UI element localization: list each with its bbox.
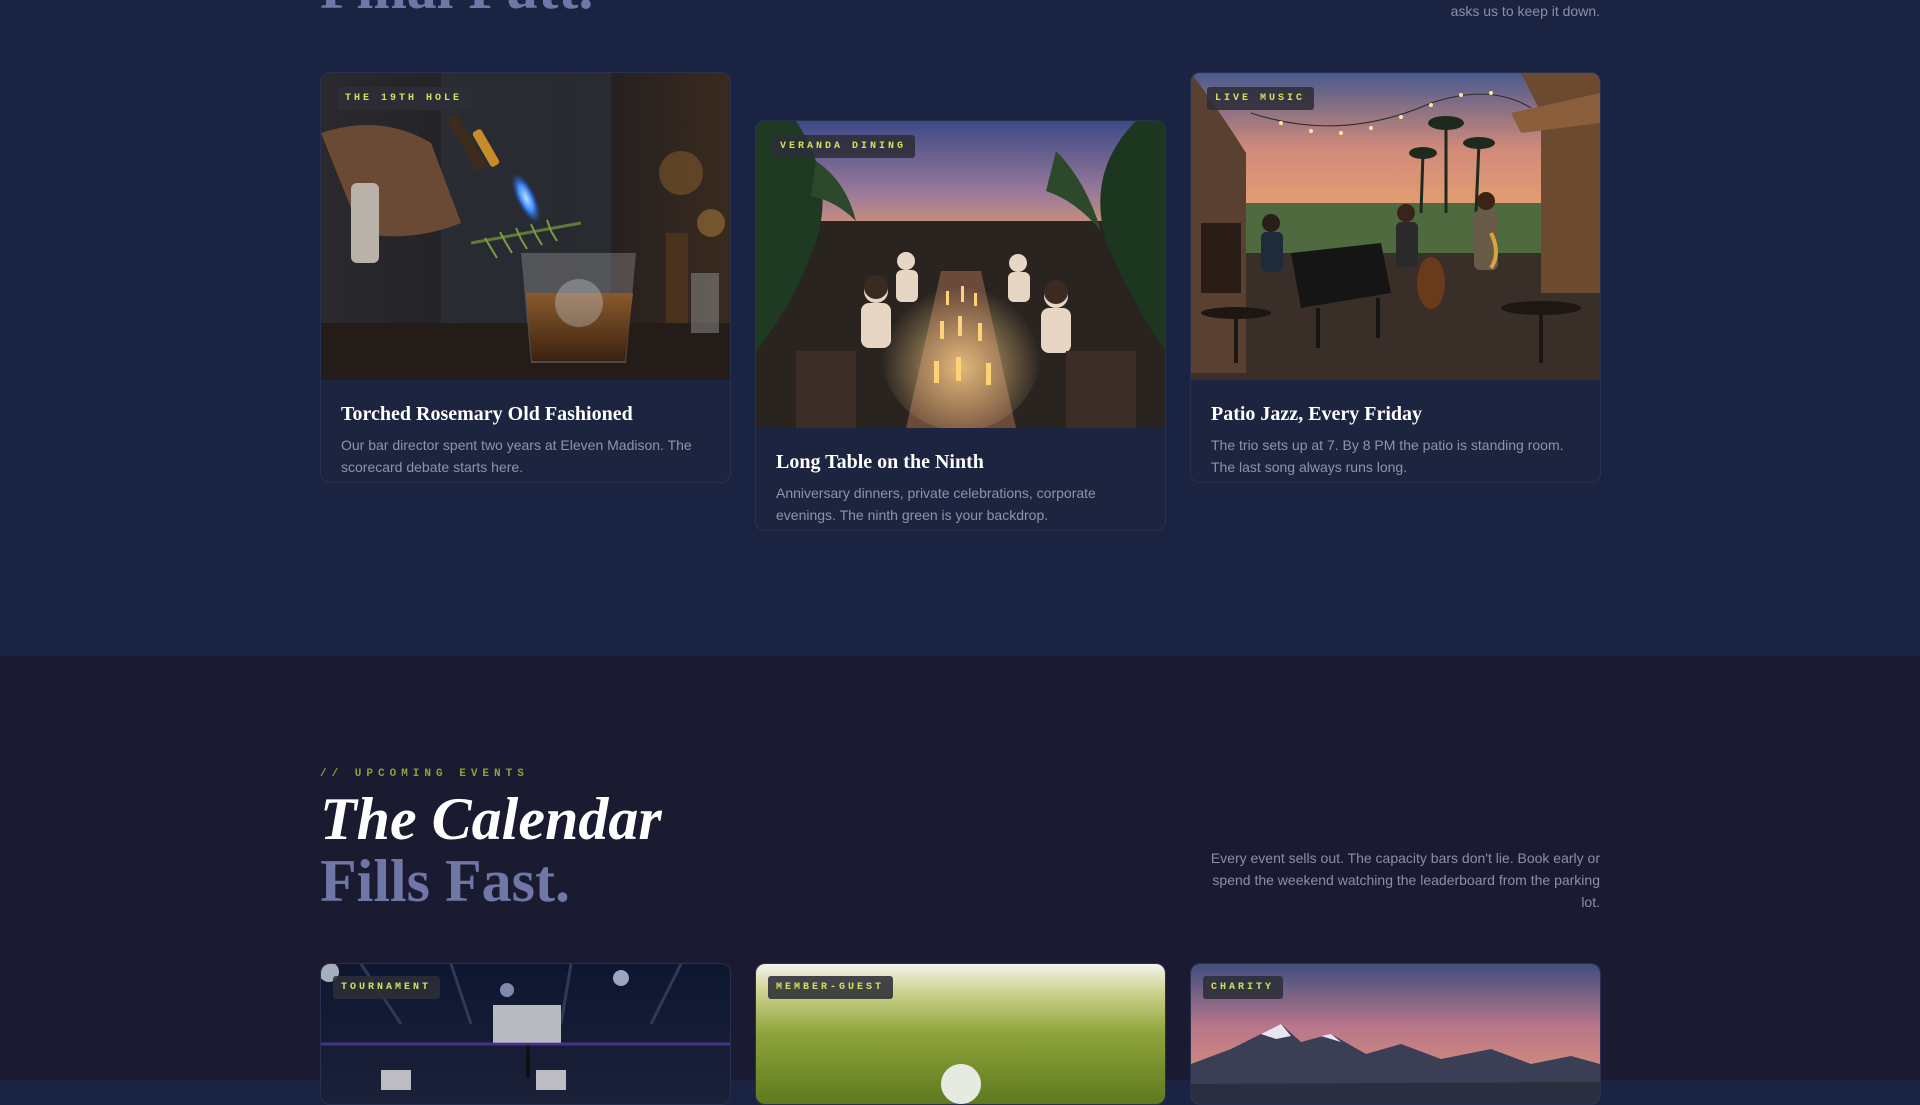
event-category-badge: CHARITY — [1203, 976, 1284, 999]
card-title: Torched Rosemary Old Fashioned — [341, 403, 633, 425]
events-title-line2: Fills Fast. — [320, 848, 570, 914]
section-title-fragment: Final Putt. — [320, 0, 593, 20]
feature-card-cocktail[interactable]: THE 19TH HOLE Torched Rosemary Old Fashi… — [320, 72, 731, 483]
events-eyebrow: // UPCOMING EVENTS — [320, 768, 529, 780]
cocktail-image: THE 19TH HOLE — [321, 73, 730, 380]
events-description: Every event sells out. The capacity bars… — [1210, 850, 1600, 910]
card-title: Patio Jazz, Every Friday — [1211, 403, 1423, 425]
category-badge: VERANDA DINING — [772, 135, 916, 158]
card-title: Long Table on the Ninth — [776, 451, 984, 473]
events-title: The Calendar Fills Fast. — [320, 788, 662, 912]
card-description: Anniversary dinners, private celebration… — [776, 485, 1096, 523]
event-card-tournament[interactable]: TOURNAMENT — [320, 963, 731, 1105]
event-category-badge: TOURNAMENT — [333, 976, 441, 999]
card-description: The trio sets up at 7. By 8 PM the patio… — [1211, 437, 1564, 475]
event-card-charity[interactable]: CHARITY — [1190, 963, 1601, 1105]
patio-jazz-image: LIVE MUSIC — [1191, 73, 1600, 380]
category-badge: LIVE MUSIC — [1207, 87, 1315, 110]
feature-card-music[interactable]: LIVE MUSIC Patio Jazz, Every Friday The … — [1190, 72, 1601, 483]
long-table-image: VERANDA DINING — [756, 121, 1165, 428]
card-description: Our bar director spent two years at Elev… — [341, 437, 692, 475]
category-badge: THE 19TH HOLE — [337, 87, 472, 110]
section-description-fragment: asks us to keep it down. — [1450, 3, 1600, 19]
events-title-line1: The Calendar — [320, 786, 662, 852]
feature-card-dining[interactable]: VERANDA DINING Long Table on the Ninth A… — [755, 120, 1166, 531]
event-card-member-guest[interactable]: MEMBER-GUEST — [755, 963, 1166, 1105]
featured-section: Final Putt. asks us to keep it down. — [0, 0, 1920, 656]
event-category-badge: MEMBER-GUEST — [768, 976, 894, 999]
